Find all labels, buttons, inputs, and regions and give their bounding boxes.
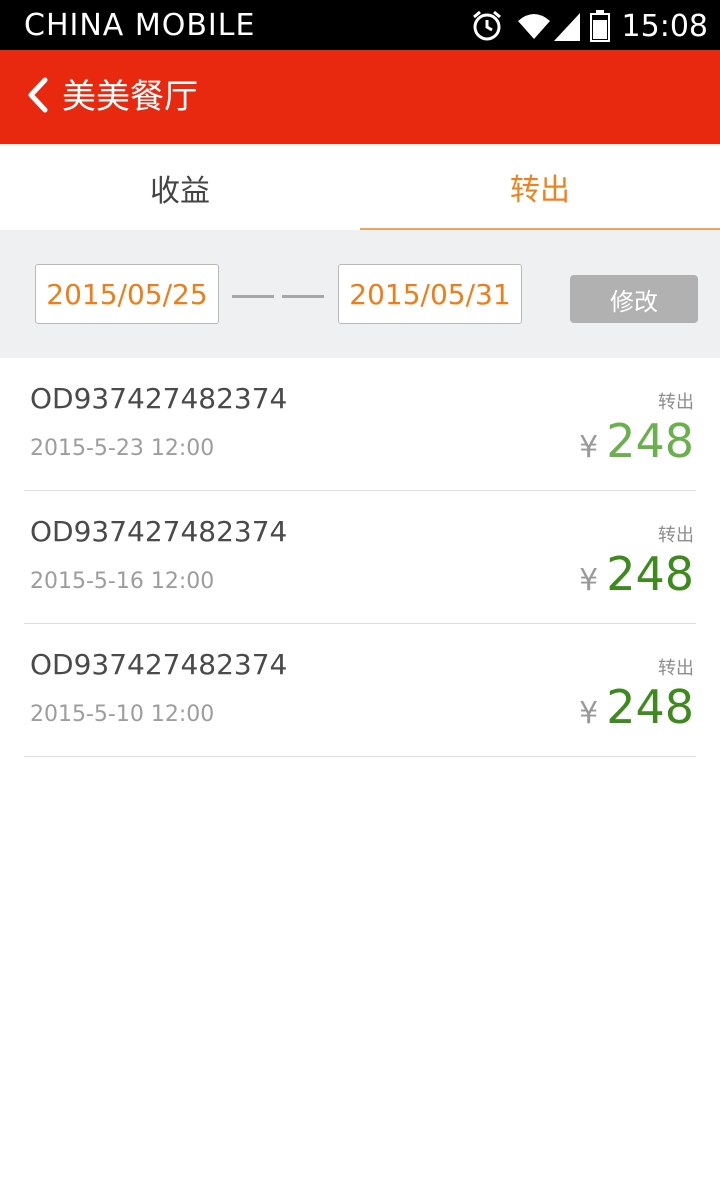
order-id: OD937427482374 [30, 515, 288, 548]
tab-income[interactable]: 收益 [0, 146, 360, 232]
battery-icon [589, 10, 610, 42]
list-item[interactable]: OD937427482374 2015-5-10 12:00 转出 ¥ 248 [24, 624, 696, 757]
status-bar: CHINA MOBILE 15:08 [0, 0, 720, 50]
tab-bar: 收益 转出 [0, 144, 720, 232]
order-time: 2015-5-23 12:00 [30, 436, 215, 461]
amount-value: 248 [606, 547, 694, 601]
currency-symbol: ¥ [579, 430, 599, 465]
currency-symbol: ¥ [579, 563, 599, 598]
edit-button[interactable]: 修改 [570, 275, 698, 323]
app-bar: 美美餐厅 [0, 50, 720, 144]
order-amount: ¥ 248 [579, 547, 694, 601]
date-range-separator [232, 295, 324, 298]
amount-value: 248 [606, 680, 694, 734]
order-amount: ¥ 248 [579, 414, 694, 468]
order-time: 2015-5-16 12:00 [30, 569, 215, 594]
wifi-icon [516, 11, 552, 41]
page-title: 美美餐厅 [62, 77, 198, 117]
list-item[interactable]: OD937427482374 2015-5-16 12:00 转出 ¥ 248 [24, 491, 696, 624]
order-amount: ¥ 248 [579, 680, 694, 734]
date-filter: 2015/05/25 2015/05/31 修改 [0, 230, 720, 358]
order-type: 转出 [658, 392, 694, 413]
start-date-field[interactable]: 2015/05/25 [35, 264, 219, 324]
end-date-field[interactable]: 2015/05/31 [338, 264, 522, 324]
order-time: 2015-5-10 12:00 [30, 702, 215, 727]
order-id: OD937427482374 [30, 382, 288, 415]
order-list: OD937427482374 2015-5-23 12:00 转出 ¥ 248 … [0, 358, 720, 757]
currency-symbol: ¥ [579, 696, 599, 731]
back-button[interactable] [18, 74, 58, 120]
carrier-label: CHINA MOBILE [24, 8, 256, 43]
chevron-left-icon [27, 77, 49, 117]
order-type: 转出 [658, 525, 694, 546]
list-item[interactable]: OD937427482374 2015-5-23 12:00 转出 ¥ 248 [24, 358, 696, 491]
signal-icon [553, 11, 580, 41]
order-type: 转出 [658, 658, 694, 679]
order-id: OD937427482374 [30, 648, 288, 681]
status-icons: 15:08 [470, 6, 708, 46]
clock: 15:08 [621, 8, 708, 44]
amount-value: 248 [606, 414, 694, 468]
alarm-icon [470, 9, 504, 43]
tab-transfer-out[interactable]: 转出 [360, 146, 720, 232]
